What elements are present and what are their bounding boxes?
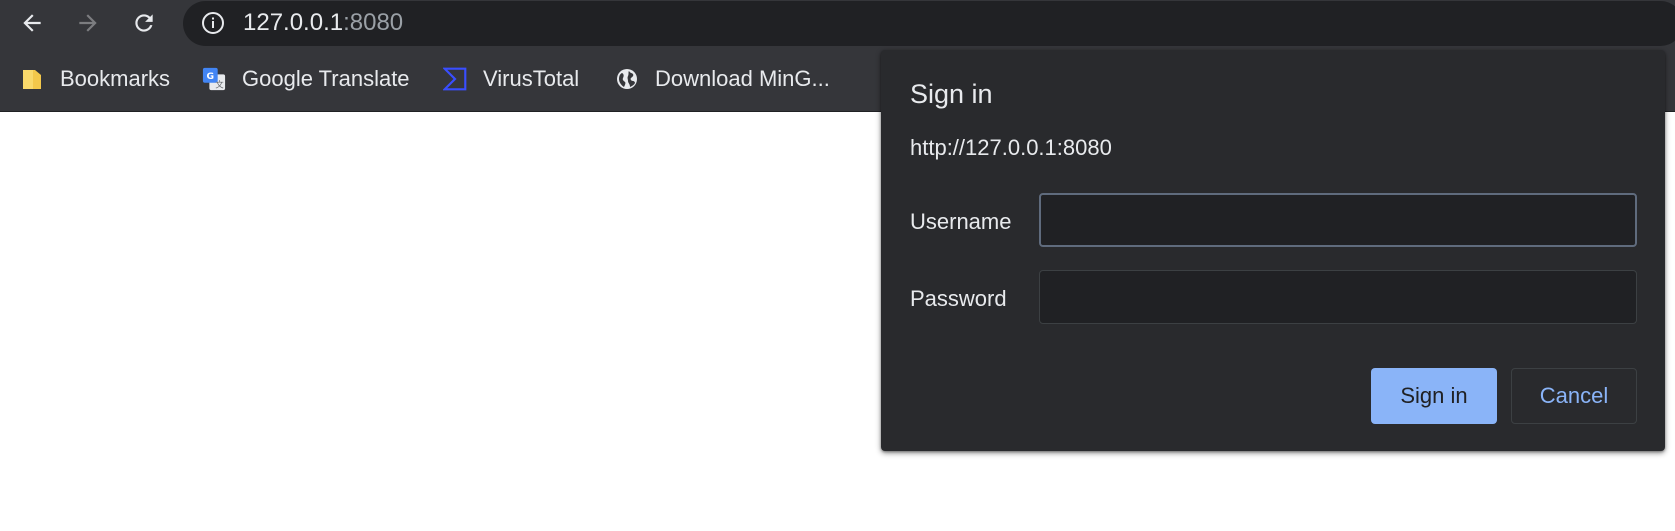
url-host: 127.0.0.1 xyxy=(243,9,344,36)
reload-icon xyxy=(135,14,153,32)
folder-icon xyxy=(20,67,44,91)
bookmark-label: Bookmarks xyxy=(60,66,171,91)
cancel-button[interactable]: Cancel xyxy=(1511,368,1637,424)
svg-text:文: 文 xyxy=(215,79,224,89)
bookmark-label: Download MinG... xyxy=(655,66,830,91)
url-text[interactable]: 127.0.0.1:8080 xyxy=(243,8,403,38)
bookmark-label: VirusTotal xyxy=(483,66,580,91)
dialog-title: Sign in xyxy=(910,79,993,109)
info-circle-icon[interactable] xyxy=(201,11,225,35)
password-field[interactable] xyxy=(1039,270,1637,324)
bookmark-label: Google Translate xyxy=(242,66,410,91)
globe-icon xyxy=(615,67,639,91)
bookmark-folder-bookmarks[interactable]: Bookmarks xyxy=(20,64,170,94)
virustotal-icon xyxy=(443,67,467,91)
browser-toolbar: 127.0.0.1:8080 xyxy=(0,0,1675,48)
password-label: Password xyxy=(910,286,1007,311)
bookmark-google-translate[interactable]: G 文 Google Translate xyxy=(202,64,410,94)
sign-in-dialog: Sign in http://127.0.0.1:8080 Username P… xyxy=(881,50,1665,451)
username-field[interactable] xyxy=(1039,193,1637,247)
url-port: :8080 xyxy=(343,9,404,36)
bookmark-virustotal[interactable]: VirusTotal xyxy=(443,64,579,94)
address-bar[interactable]: 127.0.0.1:8080 xyxy=(183,1,1675,46)
back-button[interactable] xyxy=(14,5,50,41)
dialog-origin: http://127.0.0.1:8080 xyxy=(910,135,1112,160)
forward-button[interactable] xyxy=(70,5,106,41)
svg-text:G: G xyxy=(207,71,215,82)
bookmark-download-mingw[interactable]: Download MinG... xyxy=(615,64,830,94)
arrow-left-icon xyxy=(23,14,41,32)
reload-button[interactable] xyxy=(126,5,162,41)
google-translate-icon: G 文 xyxy=(202,67,226,91)
sign-in-button[interactable]: Sign in xyxy=(1371,368,1497,424)
username-label: Username xyxy=(910,209,1012,234)
arrow-right-icon xyxy=(79,14,97,32)
